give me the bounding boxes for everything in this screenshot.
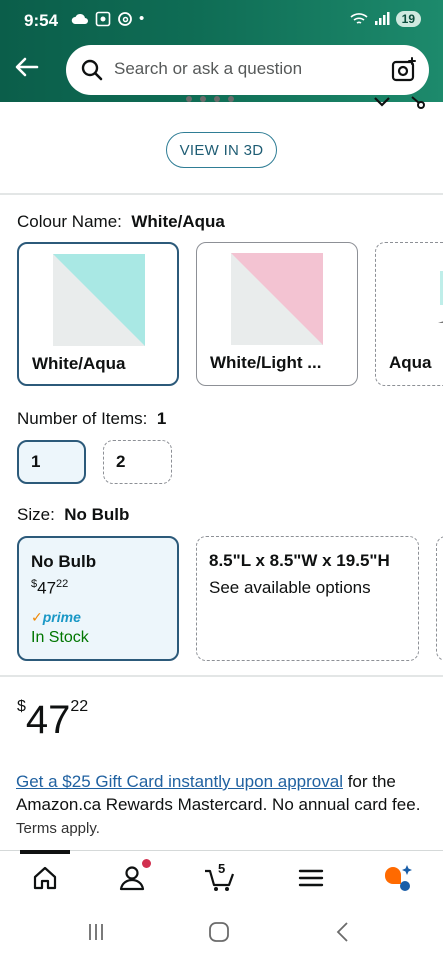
gift-card-link[interactable]: Get a $25 Gift Card instantly upon appro… — [16, 772, 343, 791]
status-right: 19 — [350, 11, 421, 27]
price-currency: $ — [17, 698, 26, 715]
size-option-next[interactable] — [436, 536, 443, 661]
prime-badge: ✓prime — [31, 609, 81, 626]
size-row: Size: No Bulb — [17, 505, 129, 525]
colour-option-aqua[interactable]: Aqua — [375, 242, 443, 386]
app-header: 9:54 • 19 Search or ask a question — [0, 0, 443, 102]
rufus-icon[interactable] — [382, 863, 412, 893]
carousel-dot — [186, 96, 192, 102]
size-option-dimensions[interactable]: 8.5"L x 8.5"W x 19.5"H See available opt… — [196, 536, 419, 661]
colour-option-white-aqua[interactable]: White/Aqua — [17, 242, 179, 386]
product-price: $4722 — [17, 698, 88, 743]
items-option-2[interactable]: 2 — [103, 440, 172, 484]
carousel-dot — [214, 96, 220, 102]
colour-option-label: White/Aqua — [32, 354, 126, 373]
wifi-icon — [350, 13, 368, 24]
carousel-dot — [228, 96, 234, 102]
price-whole: 47 — [25, 698, 71, 742]
home-button-icon[interactable] — [208, 921, 230, 943]
colour-swatch-image — [231, 253, 323, 345]
cloud-icon — [71, 13, 88, 24]
system-navigation-bar — [0, 906, 443, 960]
number-of-items-row: Number of Items: 1 — [17, 409, 166, 429]
status-dot: • — [139, 10, 145, 27]
colour-name-label: Colour Name: — [17, 212, 122, 231]
colour-option-label: White/Light ... — [210, 353, 322, 372]
cart-count: 5 — [218, 861, 226, 876]
prime-check-icon: ✓ — [31, 609, 43, 625]
colour-swatch-image — [438, 271, 443, 323]
number-of-items-value: 1 — [156, 409, 167, 428]
recent-apps-icon[interactable] — [86, 922, 106, 942]
account-notification-dot — [142, 859, 151, 868]
price-whole: 47 — [37, 578, 57, 598]
screenshot-icon — [95, 11, 111, 26]
size-option-title: 8.5"L x 8.5"W x 19.5"H — [209, 551, 390, 570]
notification-icons: • — [71, 10, 144, 27]
colour-swatch-image — [53, 254, 145, 346]
number-of-items-label: Number of Items: — [17, 409, 148, 428]
size-option-price: $4722 — [31, 578, 68, 599]
colour-name-row: Colour Name: White/Aqua — [17, 212, 225, 232]
search-placeholder: Search or ask a question — [114, 59, 303, 78]
image-carousel-dots — [186, 96, 234, 102]
active-tab-indicator — [20, 850, 70, 854]
chevron-down-icon[interactable] — [373, 96, 391, 108]
colour-option-label: Aqua — [389, 353, 432, 372]
colour-option-white-light-pink[interactable]: White/Light ... — [196, 242, 358, 386]
credit-card-promo: Get a $25 Gift Card instantly upon appro… — [16, 770, 426, 840]
price-cents: 22 — [70, 698, 89, 715]
size-option-no-bulb[interactable]: No Bulb $4722 ✓prime In Stock — [17, 536, 179, 661]
status-bar: 9:54 • 19 — [0, 0, 443, 40]
home-icon[interactable] — [30, 863, 60, 893]
image-actions — [373, 96, 427, 110]
size-option-title: No Bulb — [31, 552, 97, 571]
size-value: No Bulb — [64, 505, 130, 524]
colour-name-value: White/Aqua — [131, 212, 225, 231]
share-icon[interactable] — [409, 96, 427, 110]
search-icon — [81, 59, 103, 81]
view-in-3d-button[interactable]: VIEW IN 3D — [166, 132, 277, 168]
back-button-icon[interactable] — [334, 921, 352, 943]
status-time: 9:54 — [24, 11, 59, 30]
threads-icon — [118, 11, 132, 26]
back-arrow-icon[interactable] — [12, 52, 42, 82]
size-label: Size: — [17, 505, 55, 524]
items-option-1[interactable]: 1 — [17, 440, 86, 484]
signal-icon — [374, 12, 390, 25]
camera-icon[interactable] — [391, 57, 417, 83]
battery-badge: 19 — [395, 11, 421, 27]
menu-icon[interactable] — [296, 863, 326, 893]
account-icon[interactable] — [117, 863, 147, 893]
availability-status: In Stock — [31, 629, 89, 646]
size-option-subtitle: See available options — [209, 578, 371, 597]
price-cents: 22 — [56, 578, 69, 590]
prime-label: prime — [42, 609, 81, 625]
carousel-dot — [200, 96, 206, 102]
section-divider — [0, 675, 443, 677]
terms-link[interactable]: Terms apply. — [16, 820, 100, 837]
bottom-nav-bar: 5 — [0, 850, 443, 906]
section-divider — [0, 193, 443, 195]
search-input[interactable]: Search or ask a question — [66, 45, 429, 95]
